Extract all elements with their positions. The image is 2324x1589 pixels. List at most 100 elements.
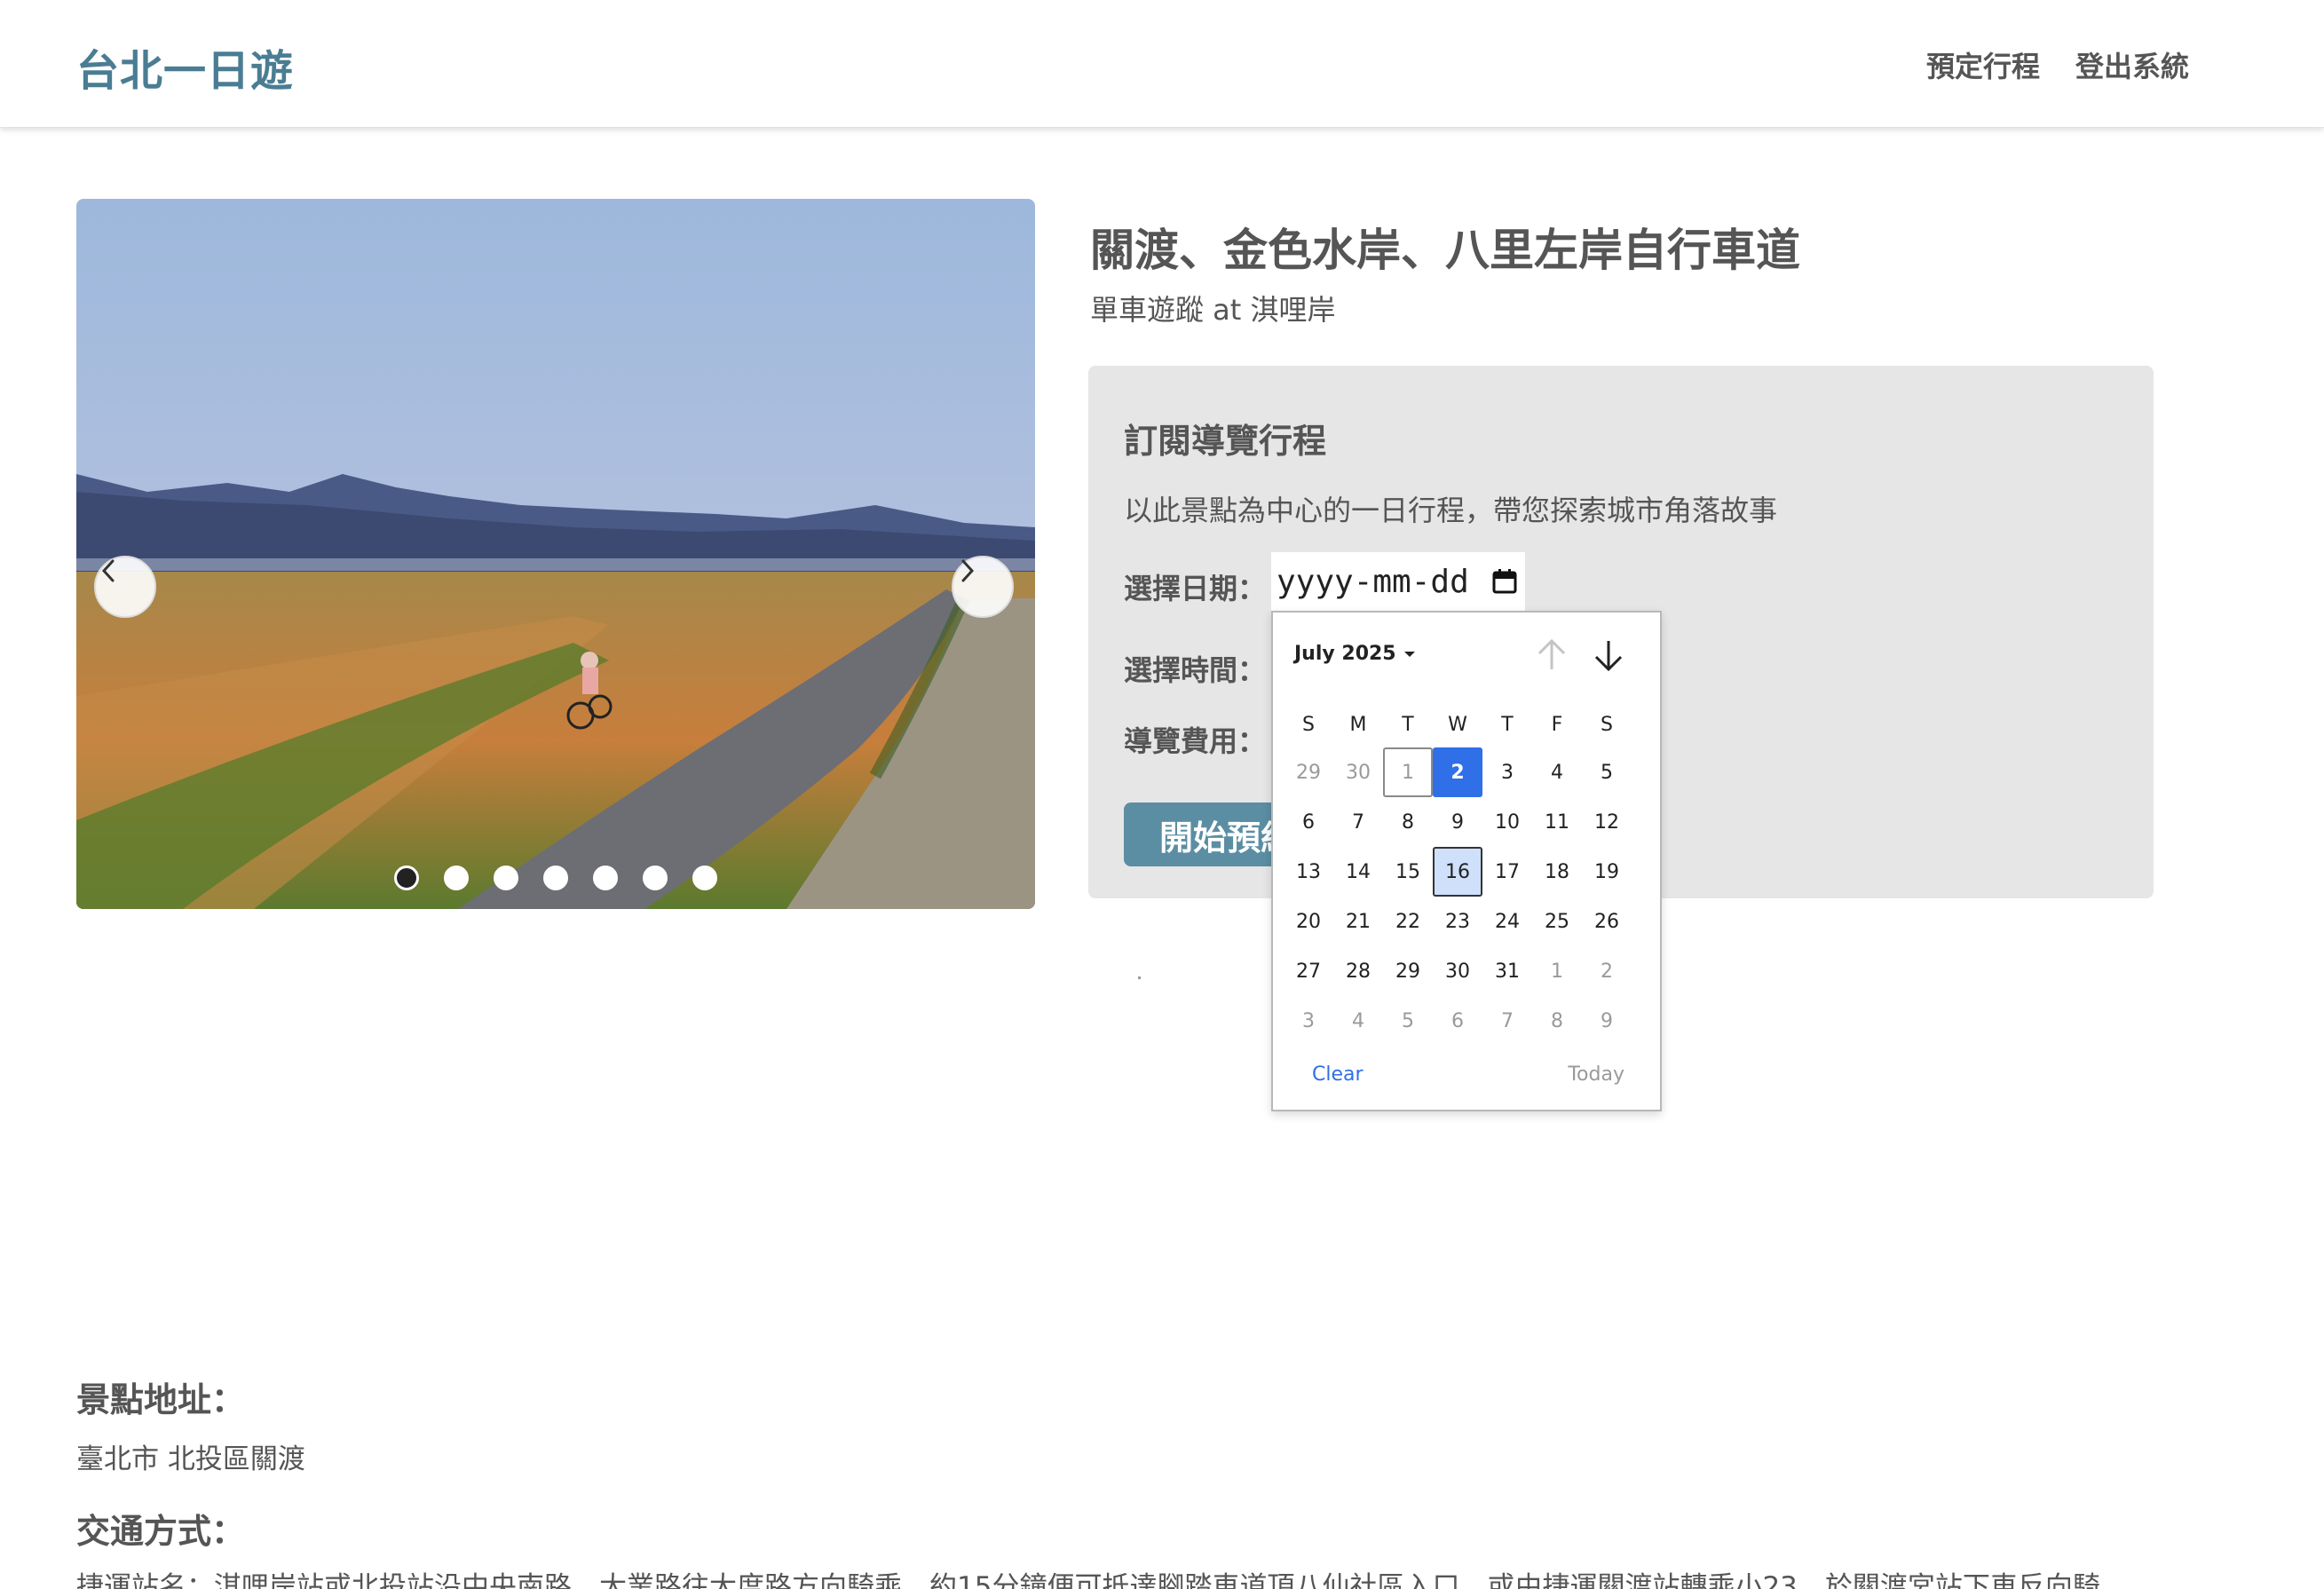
description-line: 很短的距離內隔絕塵囂嘈雜，單車踩踏其間，尤其能夠體會早年農村氛圍的樸素簡單、踏實… [76, 1100, 2140, 1132]
attraction-photo [76, 199, 1035, 909]
calendar-day[interactable]: 8 [1383, 797, 1433, 847]
carousel-dot-5[interactable] [593, 866, 618, 890]
address-heading: 景點地址： [76, 1380, 246, 1419]
calendar-day[interactable]: 22 [1383, 897, 1433, 946]
calendar-day[interactable]: 30 [1433, 946, 1482, 996]
date-input-placeholder: yyyy-mm-dd [1277, 563, 1469, 600]
arrow-up-icon[interactable] [1536, 637, 1568, 673]
attraction-subtitle: 單車遊蹤 at 淇哩岸 [1090, 293, 1336, 327]
nav-book-trip-link[interactable]: 預定行程 [1926, 44, 2040, 85]
calendar-day[interactable]: 11 [1532, 797, 1582, 847]
calendar-day[interactable]: 25 [1532, 897, 1582, 946]
calendar-week-2: 6 7 8 9 10 11 12 [1284, 797, 1649, 847]
carousel-next-button[interactable] [952, 556, 1014, 618]
description-line: 投中央北路捷運軌道南側，穿出去便是政戰學校西邊的稻香路。 無法自行攜帶單車的遊人… [76, 1182, 2122, 1213]
calendar-day-hovered[interactable]: 16 [1433, 847, 1482, 897]
calendar-day[interactable]: 21 [1333, 897, 1383, 946]
calendar-day[interactable]: 5 [1582, 747, 1632, 797]
carousel-dot-4[interactable] [543, 866, 568, 890]
calendar-day[interactable]: 14 [1333, 847, 1383, 897]
calendar-day[interactable]: 10 [1482, 797, 1532, 847]
weekday-label: S [1302, 713, 1315, 736]
datepicker-clear-button[interactable]: Clear [1312, 1063, 1364, 1086]
calendar-week-1: 29 30 1 2 3 4 5 [1284, 747, 1649, 797]
month-selector[interactable]: July 2025 [1294, 643, 1416, 665]
datepicker-popup: July 2025 S M T W T F S 29 30 1 2 3 4 5 [1271, 611, 1662, 1111]
month-label: July 2025 [1294, 643, 1396, 665]
calendar-day[interactable]: 29 [1383, 946, 1433, 996]
image-carousel [76, 199, 1035, 909]
date-input[interactable]: yyyy-mm-dd [1271, 552, 1525, 611]
calendar-day[interactable]: 7 [1333, 797, 1383, 847]
calendar-day[interactable]: 20 [1284, 897, 1333, 946]
transport-text: 捷運站名：淇哩岸站或北投站沿中央南路、大業路往大度路方向騎乘，約15分鐘便可抵達… [76, 1571, 2100, 1589]
booking-heading: 訂閱導覽行程 [1124, 422, 1327, 461]
calendar-day[interactable]: 23 [1433, 897, 1482, 946]
nav-links: 預定行程 登出系統 [1926, 44, 2189, 85]
calendar-day[interactable]: 3 [1482, 747, 1532, 797]
carousel-dot-1[interactable] [394, 866, 419, 890]
top-navbar: 台北一日遊 預定行程 登出系統 [0, 0, 2324, 128]
time-label: 選擇時間： [1124, 653, 1267, 687]
calendar-day[interactable]: 4 [1333, 996, 1383, 1046]
calendar-day[interactable]: 24 [1482, 897, 1532, 946]
calendar-day[interactable]: 27 [1284, 946, 1333, 996]
calendar-day[interactable]: 26 [1582, 897, 1632, 946]
brand-logo-text[interactable]: 台北一日遊 [76, 36, 294, 98]
nav-logout-link[interactable]: 登出系統 [2075, 44, 2189, 85]
calendar-day[interactable]: 29 [1284, 747, 1333, 797]
attraction-description: 基隆河匯入淡水河之前，繞著社子島轉出一個美麗的弧彎，在其北岸與磺港溪以西地帶，保… [76, 1055, 2225, 1300]
calendar-day[interactable]: 31 [1482, 946, 1532, 996]
chevron-right-icon [961, 559, 975, 582]
stray-dot [1138, 976, 1141, 979]
description-line: 清爽的風貌。 [76, 1263, 241, 1295]
calendar-day[interactable]: 6 [1433, 996, 1482, 1046]
weekday-label: M [1349, 713, 1367, 736]
address-text: 臺北市 北投區關渡 [76, 1443, 305, 1475]
calendar-day[interactable]: 9 [1582, 996, 1632, 1046]
calendar-day[interactable]: 18 [1532, 847, 1582, 897]
weekday-label: W [1448, 713, 1467, 736]
booking-description: 以此景點為中心的一日行程，帶您探索城市角落故事 [1124, 494, 1778, 527]
carousel-prev-button[interactable] [94, 556, 156, 618]
calendar-day[interactable]: 17 [1482, 847, 1532, 897]
calendar-grid: S M T W T F S 29 30 1 2 3 4 5 6 7 8 9 10… [1284, 701, 1649, 1046]
calendar-week-6: 3 4 5 6 7 8 9 [1284, 996, 1649, 1046]
weekday-label: F [1551, 713, 1563, 736]
calendar-day[interactable]: 13 [1284, 847, 1333, 897]
calendar-day[interactable]: 6 [1284, 797, 1333, 847]
calendar-day[interactable]: 8 [1532, 996, 1582, 1046]
description-line: 基隆河匯入淡水河之前，繞著社子島轉出一個美麗的弧彎，在其北岸與磺港溪以西地帶，保… [76, 1059, 2140, 1091]
carousel-dot-6[interactable] [643, 866, 668, 890]
arrow-down-icon[interactable] [1593, 637, 1624, 673]
weekday-label: T [1501, 713, 1514, 736]
fee-label: 導覽費用： [1124, 724, 1267, 758]
datepicker-today-button[interactable]: Today [1568, 1063, 1624, 1086]
calendar-icon[interactable] [1491, 568, 1518, 595]
transport-heading: 交通方式： [76, 1512, 246, 1551]
calendar-day[interactable]: 2 [1582, 946, 1632, 996]
weekday-label: T [1402, 713, 1414, 736]
calendar-day-selected[interactable]: 2 [1433, 747, 1482, 797]
calendar-day[interactable]: 4 [1532, 747, 1582, 797]
calendar-day[interactable]: 7 [1482, 996, 1532, 1046]
weekday-header-row: S M T W T F S [1284, 701, 1649, 747]
calendar-day[interactable]: 12 [1582, 797, 1632, 847]
calendar-day[interactable]: 3 [1284, 996, 1333, 1046]
calendar-day[interactable]: 30 [1333, 747, 1383, 797]
chevron-left-icon [101, 559, 115, 582]
description-line: 有浪漫閒適的野趣滿點。 穿越關渡平原的自行車道，是全線非封閉性的路徑，西側端點為… [76, 1141, 2130, 1173]
calendar-day[interactable]: 15 [1383, 847, 1433, 897]
calendar-day[interactable]: 28 [1333, 946, 1383, 996]
carousel-indicators [394, 866, 717, 890]
calendar-day[interactable]: 1 [1532, 946, 1582, 996]
carousel-dot-2[interactable] [444, 866, 469, 890]
calendar-day[interactable]: 9 [1433, 797, 1482, 847]
calendar-day[interactable]: 5 [1383, 996, 1433, 1046]
calendar-day-today[interactable]: 1 [1383, 747, 1433, 797]
calendar-week-5: 27 28 29 30 31 1 2 [1284, 946, 1649, 996]
carousel-dot-3[interactable] [494, 866, 518, 890]
calendar-day[interactable]: 19 [1582, 847, 1632, 897]
carousel-dot-7[interactable] [692, 866, 717, 890]
calendar-week-4: 20 21 22 23 24 25 26 [1284, 897, 1649, 946]
